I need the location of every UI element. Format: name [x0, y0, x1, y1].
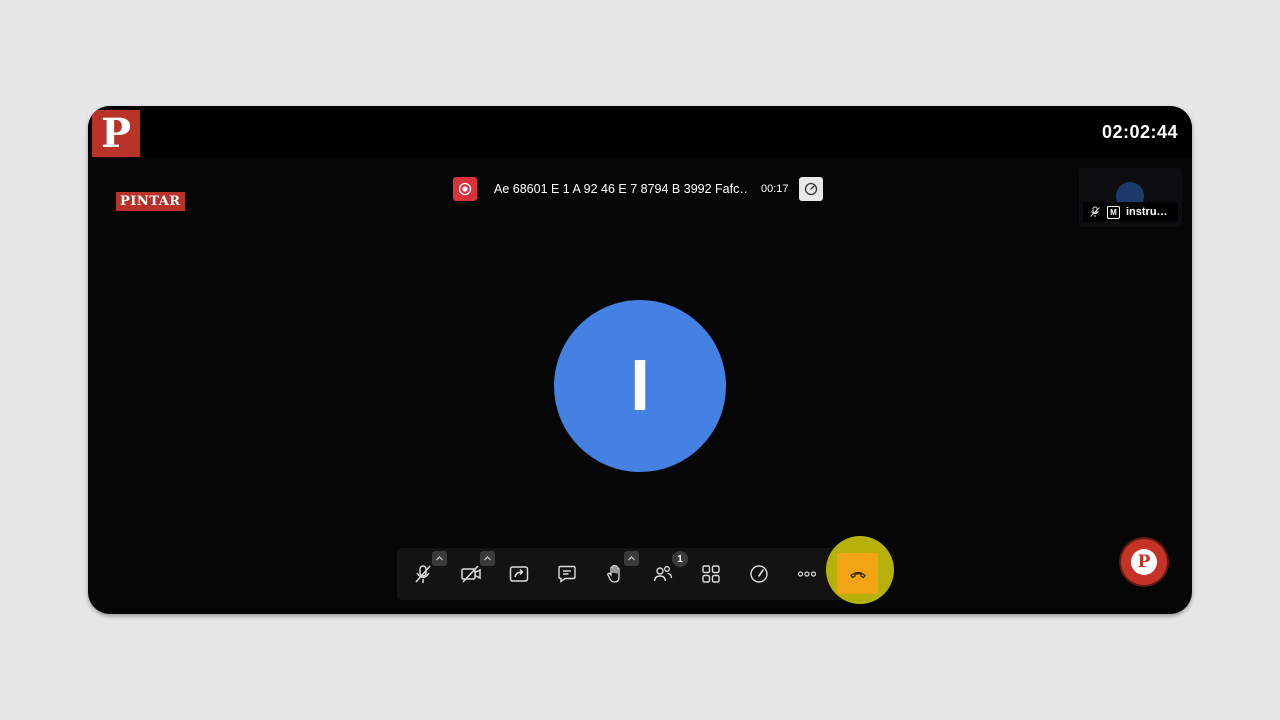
- floating-brand-button[interactable]: P: [1121, 539, 1167, 585]
- share-screen-icon: [509, 566, 529, 582]
- hangup-icon: [849, 571, 866, 578]
- share-screen-button[interactable]: [501, 556, 537, 592]
- mic-off-icon: [1090, 206, 1100, 217]
- floating-brand-logo: P: [1131, 549, 1157, 575]
- microphone-options-caret[interactable]: [432, 551, 447, 566]
- top-bar: P 02:02:44: [88, 106, 1192, 159]
- meeting-toolbar: 1: [397, 548, 880, 600]
- app-logo: P: [92, 110, 140, 157]
- brand-badge: PINTAR: [116, 192, 185, 211]
- chat-icon: [558, 565, 576, 583]
- self-view-label: M instru…: [1083, 202, 1178, 222]
- moderator-badge: M: [1107, 205, 1120, 219]
- hand-icon: [607, 564, 620, 583]
- participant-avatar: I: [554, 300, 726, 472]
- participants-count-badge: 1: [672, 551, 688, 567]
- record-button[interactable]: [453, 176, 477, 201]
- performance-button[interactable]: [741, 556, 777, 592]
- chat-button[interactable]: [549, 556, 585, 592]
- more-icon: [797, 571, 817, 577]
- meeting-window: P 02:02:44 PINTAR Ae 68601 E 1 A 92 46 E…: [88, 106, 1192, 614]
- more-options-button[interactable]: [789, 556, 825, 592]
- tile-view-button[interactable]: [693, 556, 729, 592]
- hangup-button[interactable]: [837, 553, 878, 594]
- camera-options-caret[interactable]: [480, 551, 495, 566]
- clock: 02:02:44: [1101, 122, 1178, 142]
- speedometer-icon: [804, 182, 817, 195]
- mic-off-icon: [415, 565, 431, 583]
- meeting-title: Ae 68601 E 1 A 92 46 E 7 8794 B 3992 Faf…: [494, 181, 749, 196]
- chevron-up-icon: [484, 556, 491, 561]
- self-view-name: instru…: [1126, 206, 1168, 218]
- camera-off-icon: [461, 565, 481, 583]
- record-icon: [458, 182, 472, 195]
- speedometer-icon: [750, 565, 768, 583]
- self-view-tile[interactable]: M instru…: [1079, 168, 1182, 227]
- recording-timer: 00:17: [761, 182, 789, 195]
- chevron-up-icon: [628, 556, 635, 561]
- recording-bar: Ae 68601 E 1 A 92 46 E 7 8794 B 3992 Faf…: [453, 176, 823, 201]
- participants-icon: [653, 566, 673, 582]
- grid-icon: [702, 565, 720, 583]
- connection-speed-button[interactable]: [798, 176, 823, 201]
- chevron-up-icon: [436, 556, 443, 561]
- reactions-options-caret[interactable]: [624, 551, 639, 566]
